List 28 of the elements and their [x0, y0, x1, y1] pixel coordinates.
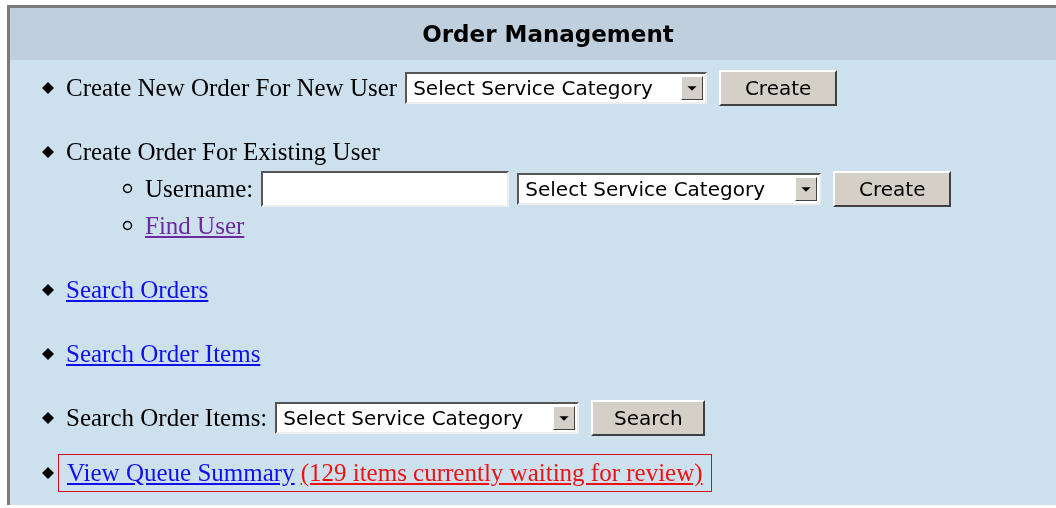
queue-count-text: (129 items currently waiting for review) [300, 459, 703, 487]
caret-icon [553, 406, 576, 430]
nav-link[interactable]: Search Orders [66, 276, 209, 304]
bullet-icon [42, 348, 54, 360]
option-label: Create Order For Existing User [66, 138, 380, 166]
queue-summary-link[interactable]: View Queue Summary [67, 459, 295, 487]
panel-title: Order Management [422, 21, 674, 47]
bullet-icon [42, 284, 54, 296]
nav-link[interactable]: Search Order Items [66, 340, 261, 368]
username-label: Username: [145, 174, 254, 203]
bullet-icon [42, 146, 54, 158]
caret-icon [795, 176, 818, 201]
caret-icon [681, 76, 704, 100]
option-label: Search Order Items: [66, 404, 268, 432]
service-category-select[interactable]: Select Service Category [405, 72, 708, 104]
find-user-link[interactable]: Find User [145, 211, 245, 240]
service-category-select[interactable]: Select Service Category [275, 402, 580, 434]
bullet-icon [122, 220, 133, 231]
service-category-select[interactable]: Select Service Category [517, 172, 822, 205]
username-field[interactable] [261, 170, 510, 207]
bullet-icon [42, 467, 54, 479]
option-label: Create New Order For New User [66, 74, 398, 102]
bullet-icon [42, 412, 54, 424]
bullet-icon [122, 183, 133, 194]
bullet-icon [42, 82, 54, 94]
action-button[interactable]: Create [719, 70, 838, 106]
action-button[interactable]: Create [833, 170, 952, 207]
action-button[interactable]: Search [591, 400, 706, 436]
